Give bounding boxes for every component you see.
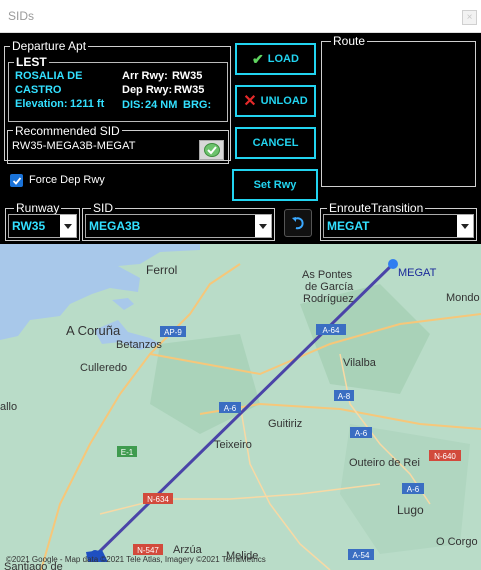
chevron-down-icon bbox=[60, 215, 76, 237]
road-shield-a6-2: A-6 bbox=[350, 427, 372, 438]
check-icon: ✔ bbox=[252, 50, 264, 67]
road-shield-n634: N-634 bbox=[143, 493, 173, 504]
enroute-transition-select[interactable]: MEGAT bbox=[323, 214, 474, 238]
svg-text:N-547: N-547 bbox=[137, 546, 159, 555]
sid-panel: Departure Apt LEST ROSALIA DE CASTRO Ele… bbox=[0, 34, 481, 244]
waypoint-megat-label: MEGAT bbox=[398, 267, 437, 279]
place-o-corgo: O Corgo bbox=[436, 536, 478, 548]
elevation-label: Elevation: bbox=[15, 98, 68, 110]
recommended-sid-value: RW35-MEGA3B-MEGAT bbox=[12, 140, 136, 152]
waypoint-megat-marker bbox=[388, 259, 398, 269]
window-title: SIDs bbox=[8, 9, 35, 23]
road-shield-e1: E-1 bbox=[117, 446, 137, 457]
load-button[interactable]: ✔ LOAD bbox=[235, 43, 316, 75]
route-group[interactable] bbox=[321, 41, 476, 187]
place-betanzos: Betanzos bbox=[116, 339, 162, 351]
chevron-down-icon bbox=[255, 215, 271, 237]
force-dep-rwy-label: Force Dep Rwy bbox=[29, 174, 105, 186]
svg-text:N-634: N-634 bbox=[147, 495, 169, 504]
place-guitiriz: Guitiriz bbox=[268, 418, 302, 430]
arr-rwy-label: Arr Rwy: bbox=[122, 70, 168, 82]
route-label: Route bbox=[331, 34, 368, 48]
road-shield-a54: A-54 bbox=[348, 549, 374, 560]
svg-text:A-6: A-6 bbox=[407, 485, 420, 494]
arr-rwy-value: RW35 bbox=[172, 70, 203, 82]
svg-text:N-640: N-640 bbox=[434, 452, 456, 461]
x-icon: ✕ bbox=[243, 93, 257, 110]
set-rwy-button[interactable]: Set Rwy bbox=[232, 169, 318, 201]
accept-recommended-button[interactable] bbox=[199, 140, 224, 160]
svg-text:AP-9: AP-9 bbox=[164, 328, 182, 337]
svg-text:E-1: E-1 bbox=[121, 448, 134, 457]
road-shield-n640: N-640 bbox=[429, 450, 461, 461]
dep-rwy-value: RW35 bbox=[174, 84, 205, 96]
place-ferrol: Ferrol bbox=[146, 263, 177, 277]
svg-text:A-8: A-8 bbox=[338, 392, 351, 401]
road-shield-a64: A-64 bbox=[316, 324, 346, 335]
check-circle-icon bbox=[203, 143, 220, 157]
road-shield-ap9: AP-9 bbox=[160, 326, 186, 337]
place-culleredo: Culleredo bbox=[80, 362, 127, 374]
dis-label: DIS: bbox=[122, 99, 144, 111]
place-rodriguez: Rodríguez bbox=[303, 293, 354, 305]
force-dep-rwy-checkbox[interactable] bbox=[10, 174, 23, 187]
brg-label: BRG: bbox=[183, 99, 212, 111]
enroute-transition-label: EnrouteTransition bbox=[327, 201, 426, 215]
svg-text:A-64: A-64 bbox=[323, 326, 340, 335]
title-bar: SIDs × bbox=[0, 0, 481, 33]
runway-label: Runway bbox=[14, 201, 62, 215]
reset-button[interactable] bbox=[284, 209, 312, 237]
recommended-sid-label: Recommended SID bbox=[13, 124, 122, 138]
road-shield-a6-1: A-6 bbox=[219, 402, 241, 413]
place-teixeiro: Teixeiro bbox=[214, 439, 252, 451]
road-shield-a8: A-8 bbox=[334, 390, 354, 401]
runway-select[interactable]: RW35 bbox=[8, 214, 77, 238]
elevation-value: 1211 ft bbox=[70, 98, 105, 110]
map-canvas: MEGAT AP-9 A-64 A-8 A-6 A-6 A-6 E-1 N-63… bbox=[0, 244, 481, 570]
place-allo: allo bbox=[0, 401, 17, 413]
route-map[interactable]: MEGAT AP-9 A-64 A-8 A-6 A-6 A-6 E-1 N-63… bbox=[0, 244, 481, 570]
sid-label: SID bbox=[91, 201, 116, 215]
sid-select[interactable]: MEGA3B bbox=[85, 214, 272, 238]
airport-name-line2: CASTRO bbox=[15, 84, 62, 96]
dis-value: 24 NM bbox=[145, 99, 178, 111]
unload-button[interactable]: ✕ UNLOAD bbox=[235, 85, 316, 117]
dep-rwy-label: Dep Rwy: bbox=[122, 84, 173, 96]
place-a-coruna: A Coruña bbox=[66, 323, 121, 338]
place-outeiro: Outeiro de Rei bbox=[349, 457, 420, 469]
svg-text:A-6: A-6 bbox=[355, 429, 368, 438]
checkmark-icon bbox=[12, 176, 21, 185]
place-mondo: Mondo bbox=[446, 292, 480, 304]
road-shield-n547: N-547 bbox=[133, 544, 163, 555]
place-de-garcia: de García bbox=[305, 281, 354, 293]
airport-name-line1: ROSALIA DE bbox=[15, 70, 83, 82]
place-as-pontes: As Pontes bbox=[302, 269, 353, 281]
map-attribution: ©2021 Google - Map data ©2021 Tele Atlas… bbox=[6, 555, 266, 564]
close-icon[interactable]: × bbox=[462, 10, 477, 25]
chevron-down-icon bbox=[457, 215, 473, 237]
svg-text:A-6: A-6 bbox=[224, 404, 237, 413]
airport-code: LEST bbox=[14, 55, 49, 69]
road-shield-a6-3: A-6 bbox=[402, 483, 424, 494]
undo-arrow-icon bbox=[292, 217, 304, 230]
departure-apt-label: Departure Apt bbox=[10, 39, 89, 53]
place-vilalba: Vilalba bbox=[343, 357, 377, 369]
cancel-button[interactable]: CANCEL bbox=[235, 127, 316, 159]
svg-text:A-54: A-54 bbox=[353, 551, 370, 560]
place-lugo: Lugo bbox=[397, 503, 424, 517]
